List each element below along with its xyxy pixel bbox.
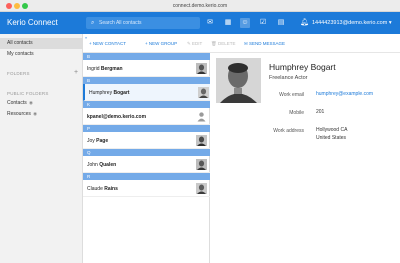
browser-titlebar: connect.demo.kerio.com [0, 0, 400, 12]
address-line1: Hollywood CA [316, 127, 348, 133]
contact-name: Claude Rains [87, 186, 118, 192]
work-email-label: Work email [279, 92, 304, 98]
bell-icon[interactable]: 🔔︎ [300, 18, 309, 28]
search-box[interactable]: ⌕ [86, 17, 200, 29]
person-icon [196, 111, 207, 122]
contact-name: kpanel@demo.kerio.com [87, 114, 146, 120]
new-contact-button[interactable]: + NEW CONTACT [89, 41, 126, 47]
edit-label: EDIT [192, 41, 203, 46]
app-header: Kerio Connect ⌕ ✉ ▦ ☺ ☑ ▤ 🔔︎ 1444423913@… [0, 12, 400, 34]
contact-name: Ingrid Bergman [87, 66, 123, 72]
contact-job-title: Freelance Actor [269, 75, 308, 81]
send-message-button[interactable]: ✉ SEND MESSAGE [244, 41, 285, 47]
edit-button[interactable]: ✎ EDIT [187, 41, 202, 47]
work-email-link[interactable]: humphrey@example.com [316, 91, 373, 98]
minimize-window-button[interactable] [14, 3, 20, 9]
delete-label: DELETE [217, 41, 236, 46]
toolbar: « + NEW CONTACT + NEW GROUP ✎ EDIT 🗑︎ DE… [83, 34, 400, 53]
notes-icon[interactable]: ▤ [276, 18, 286, 28]
browser-url: connect.demo.kerio.com [172, 3, 228, 9]
last-name: Bergman [100, 66, 123, 72]
contact-detail: Humphrey Bogart Freelance Actor Work ema… [211, 53, 400, 263]
work-address-label: Work address [273, 128, 304, 134]
new-contact-label: NEW CONTACT [92, 41, 127, 46]
contact-name-heading: Humphrey Bogart [269, 62, 336, 72]
contact-name: Humphrey Bogart [89, 90, 130, 96]
sidebar: All contacts My contacts FOLDERS + PUBLI… [0, 34, 83, 263]
contact-list: B Ingrid Bergman B Humphrey Bogart K kpa… [83, 53, 210, 263]
mail-icon[interactable]: ✉ [205, 18, 215, 28]
last-name: Page [96, 138, 109, 144]
list-item[interactable]: John Qualen [83, 156, 210, 173]
avatar [198, 87, 209, 98]
contact-name: Joy Page [87, 138, 108, 144]
list-item[interactable]: kpanel@demo.kerio.com [83, 108, 210, 125]
letter-divider: P [83, 125, 210, 132]
avatar [196, 159, 207, 170]
list-item[interactable]: Ingrid Bergman [83, 60, 210, 77]
avatar [196, 183, 207, 194]
close-window-button[interactable] [6, 3, 12, 9]
app-title: Kerio Connect [7, 18, 58, 27]
list-item[interactable]: Humphrey Bogart [83, 84, 210, 101]
contacts-icon[interactable]: ☺ [240, 18, 250, 28]
list-item[interactable]: Joy Page [83, 132, 210, 149]
tasks-icon[interactable]: ☑ [258, 18, 268, 28]
avatar [196, 63, 207, 74]
delete-button[interactable]: 🗑︎ DELETE [211, 41, 235, 47]
letter-divider: B [83, 77, 210, 84]
sidebar-item-all-contacts[interactable]: All contacts [0, 38, 83, 49]
sidebar-item-public-contacts[interactable]: Contacts ◉ [0, 97, 83, 108]
first-name: Ingrid [87, 66, 101, 72]
maximize-window-button[interactable] [22, 3, 28, 9]
user-menu[interactable]: 1444423913@demo.kerio.com ▾ [312, 18, 392, 28]
last-name: Qualen [99, 162, 117, 168]
last-name: Bogart [113, 90, 130, 96]
list-item[interactable]: Claude Rains [83, 180, 210, 197]
sidebar-item-label: Resources [7, 111, 31, 117]
first-name: John [87, 162, 100, 168]
first-name: Joy [87, 138, 97, 144]
calendar-icon[interactable]: ▦ [223, 18, 233, 28]
address-line2: United States [316, 135, 347, 141]
send-message-label: SEND MESSAGE [249, 41, 286, 46]
mobile-value: 201 [316, 109, 325, 115]
add-folder-icon[interactable]: + [74, 69, 78, 76]
letter-divider: R [83, 173, 210, 180]
new-group-button[interactable]: + NEW GROUP [145, 41, 177, 47]
sidebar-item-label: Contacts [7, 100, 27, 106]
letter-divider: Q [83, 149, 210, 156]
avatar [196, 135, 207, 146]
last-name: Rains [104, 186, 118, 192]
app-window: connect.demo.kerio.com Kerio Connect ⌕ ✉… [0, 0, 400, 263]
new-group-label: NEW GROUP [148, 41, 178, 46]
public-folders-heading: PUBLIC FOLDERS [7, 91, 49, 96]
search-icon: ⌕ [91, 20, 95, 26]
contact-name: John Qualen [87, 162, 116, 168]
last-name: kpanel@demo.kerio.com [87, 114, 147, 120]
letter-divider: B [83, 53, 210, 60]
folders-heading: FOLDERS [7, 71, 30, 76]
search-input[interactable] [99, 19, 195, 27]
letter-divider: K [83, 101, 210, 108]
sidebar-item-public-resources[interactable]: Resources ◉ [0, 108, 83, 119]
eye-icon: ◉ [31, 111, 38, 116]
first-name: Humphrey [89, 90, 114, 96]
sidebar-item-my-contacts[interactable]: My contacts [0, 49, 83, 60]
eye-icon: ◉ [27, 100, 33, 105]
mobile-label: Mobile [289, 110, 304, 116]
first-name: Claude [87, 186, 105, 192]
collapse-icon[interactable]: « [85, 35, 87, 40]
